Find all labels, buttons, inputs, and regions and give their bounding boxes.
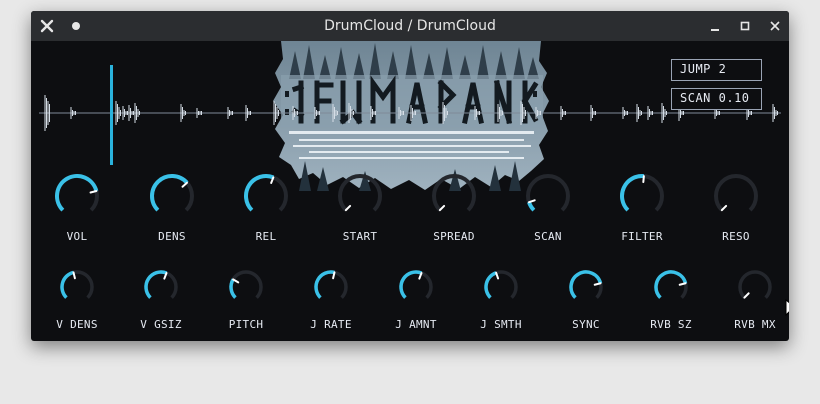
reso-knob[interactable]: RESO	[701, 173, 771, 243]
window-close-icon[interactable]	[765, 11, 785, 41]
v-dens-indicator	[72, 271, 76, 280]
scan-display: SCAN 0.10	[671, 88, 762, 110]
v-gsiz-knob[interactable]: V GSIZ	[126, 269, 196, 335]
filter-value-arc	[620, 174, 645, 212]
j-rate-value-arc	[314, 270, 335, 299]
plugin-body: JUMP 2 SCAN 0.10 VOL DENS REL START SPREAD SC…	[31, 41, 789, 341]
scan-value-arc	[527, 201, 536, 212]
dens-label: DENS	[158, 230, 186, 243]
rel-knob[interactable]: REL	[231, 173, 301, 243]
dens-knob[interactable]: DENS	[137, 173, 207, 243]
start-label: START	[342, 230, 378, 243]
v-dens-label: V DENS	[56, 318, 98, 331]
rvb-mx-indicator	[743, 292, 750, 299]
rel-label: REL	[255, 230, 277, 243]
rel-value-arc	[244, 174, 275, 212]
scan-label: SCAN	[534, 230, 562, 243]
filter-knob[interactable]: FILTER	[607, 173, 677, 243]
vol-label: VOL	[66, 230, 88, 243]
minimize-icon[interactable]	[705, 11, 725, 41]
v-dens-value-arc	[60, 270, 75, 299]
sync-label: SYNC	[572, 318, 600, 331]
title-bar: DrumCloud / DrumCloud	[31, 11, 789, 41]
jump-display: JUMP 2	[671, 59, 762, 81]
rvb-mx-label: RVB MX	[734, 318, 776, 331]
scan-knob[interactable]: SCAN	[513, 173, 583, 243]
v-gsiz-value-arc	[144, 270, 168, 299]
j-smth-value-arc	[484, 271, 497, 299]
rvb-sz-knob[interactable]: RVB SZ	[636, 269, 706, 335]
v-gsiz-label: V GSIZ	[140, 318, 182, 331]
j-smth-knob[interactable]: J SMTH	[466, 269, 536, 335]
spread-knob[interactable]: SPREAD	[419, 173, 489, 243]
pitch-label: PITCH	[228, 318, 264, 331]
mouse-cursor-icon	[785, 299, 789, 317]
vol-knob[interactable]: VOL	[42, 173, 112, 243]
sync-knob[interactable]: SYNC	[551, 269, 621, 335]
reso-label: RESO	[722, 230, 750, 243]
playhead[interactable]	[110, 65, 113, 165]
pitch-knob[interactable]: PITCH	[211, 269, 281, 335]
spread-label: SPREAD	[433, 230, 475, 243]
j-rate-label: J RATE	[310, 318, 352, 331]
maximize-icon[interactable]	[735, 11, 755, 41]
start-knob[interactable]: START	[325, 173, 395, 243]
filter-indicator	[642, 175, 645, 184]
dens-value-arc	[150, 174, 189, 212]
filter-label: FILTER	[621, 230, 663, 243]
j-amnt-label: J AMNT	[395, 318, 437, 331]
j-smth-label: J SMTH	[480, 318, 522, 331]
pitch-indicator	[232, 278, 240, 284]
plugin-window: DrumCloud / DrumCloud JUMP 2 SCAN 0.10 V…	[31, 11, 789, 341]
rvb-sz-label: RVB SZ	[650, 318, 692, 331]
window-title: DrumCloud / DrumCloud	[324, 18, 496, 34]
v-dens-knob[interactable]: V DENS	[42, 269, 112, 335]
pitch-value-arc	[229, 278, 237, 299]
j-rate-indicator	[332, 271, 336, 280]
j-amnt-value-arc	[399, 270, 423, 299]
j-rate-knob[interactable]: J RATE	[296, 269, 366, 335]
rvb-mx-knob[interactable]: RVB MX	[720, 269, 789, 335]
j-amnt-knob[interactable]: J AMNT	[381, 269, 451, 335]
